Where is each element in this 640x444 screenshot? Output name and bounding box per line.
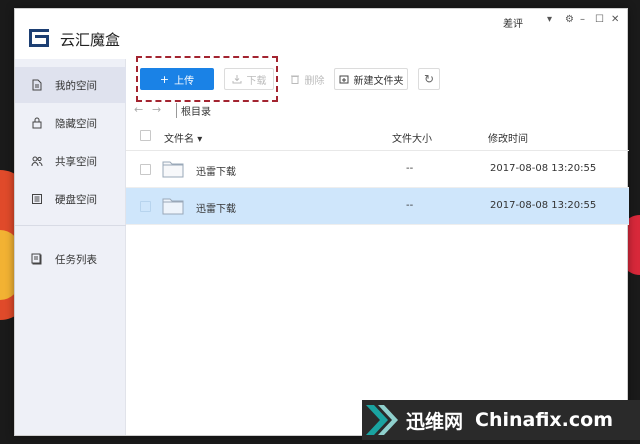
row-checkbox[interactable] — [140, 201, 151, 212]
table-row[interactable]: 迅雷下载 -- 2017-08-08 13:20:55 — [126, 151, 629, 188]
refresh-icon: ↻ — [423, 72, 435, 86]
column-header-name[interactable]: 文件名 ▾ — [164, 130, 202, 145]
delete-button[interactable]: 删除 — [284, 68, 330, 90]
sidebar-item-task-list[interactable]: 任务列表 — [15, 241, 126, 277]
app-title: 云汇魔盒 — [60, 31, 121, 49]
column-header-modified[interactable]: 修改时间 — [488, 130, 528, 145]
user-name[interactable]: 差评 — [503, 15, 523, 30]
delete-button-label: 删除 — [304, 75, 325, 87]
sidebar: 我的空间 隐藏空间 共享空间 硬盘空间 任务列表 — [15, 59, 126, 435]
table-row[interactable]: 迅雷下载 -- 2017-08-08 13:20:55 — [126, 188, 629, 225]
new-folder-icon — [339, 75, 348, 84]
file-list-header: 文件名 ▾ 文件大小 修改时间 — [126, 121, 629, 151]
trash-icon — [290, 75, 299, 84]
select-all-checkbox[interactable] — [140, 130, 151, 141]
file-modified: 2017-08-08 13:20:55 — [490, 163, 597, 174]
file-modified: 2017-08-08 13:20:55 — [490, 200, 597, 211]
app-window: 云汇魔盒 差评 ▾ ⚙ – ☐ ✕ 我的空间 隐藏空间 共享空间 硬盘空间 任务… — [14, 8, 629, 436]
file-name[interactable]: 迅雷下载 — [196, 163, 236, 178]
sidebar-item-label: 硬盘空间 — [55, 193, 97, 206]
sidebar-item-my-space[interactable]: 我的空间 — [15, 67, 126, 103]
disk-icon — [32, 194, 42, 204]
lock-icon — [32, 117, 42, 129]
file-size: -- — [406, 200, 414, 211]
folder-icon — [162, 161, 184, 178]
maximize-icon[interactable]: ☐ — [595, 14, 604, 25]
new-folder-button-label: 新建文件夹 — [353, 75, 404, 87]
minimize-icon[interactable]: – — [580, 14, 585, 25]
watermark: 迅维网 Chinafix.com — [362, 400, 640, 440]
document-icon — [32, 79, 42, 91]
row-checkbox[interactable] — [140, 164, 151, 175]
watermark-logo-icon — [366, 405, 398, 435]
column-header-name-label: 文件名 — [164, 134, 194, 145]
task-list-icon — [31, 253, 42, 265]
folder-icon — [162, 198, 184, 215]
back-arrow-icon[interactable]: ← — [134, 103, 143, 116]
file-name[interactable]: 迅雷下载 — [196, 200, 236, 215]
sidebar-item-disk-space[interactable]: 硬盘空间 — [15, 181, 126, 217]
navigation-bar: ← → 根目录 — [126, 99, 629, 121]
new-folder-button[interactable]: 新建文件夹 — [334, 68, 408, 90]
user-menu-chevron-icon[interactable]: ▾ — [547, 14, 552, 25]
sidebar-item-hidden-space[interactable]: 隐藏空间 — [15, 105, 126, 141]
sidebar-item-label: 共享空间 — [55, 155, 97, 168]
file-size: -- — [406, 163, 414, 174]
sidebar-divider — [15, 225, 126, 226]
app-logo-icon — [29, 29, 49, 47]
gear-icon[interactable]: ⚙ — [565, 14, 574, 25]
refresh-button[interactable]: ↻ — [418, 68, 440, 90]
watermark-text-en: Chinafix.com — [475, 409, 614, 431]
sidebar-item-shared-space[interactable]: 共享空间 — [15, 143, 126, 179]
title-bar: 云汇魔盒 差评 ▾ ⚙ – ☐ ✕ — [15, 9, 627, 59]
close-icon[interactable]: ✕ — [611, 14, 619, 25]
forward-arrow-icon[interactable]: → — [152, 103, 161, 116]
highlight-annotation — [136, 56, 278, 102]
sidebar-item-label: 任务列表 — [55, 253, 97, 266]
sidebar-item-label: 我的空间 — [55, 79, 97, 92]
sort-down-icon: ▾ — [197, 134, 203, 145]
users-icon — [31, 156, 43, 167]
watermark-text-cn: 迅维网 — [406, 410, 464, 433]
sidebar-item-label: 隐藏空间 — [55, 117, 97, 130]
breadcrumb[interactable]: 根目录 — [176, 103, 211, 118]
column-header-size[interactable]: 文件大小 — [392, 130, 432, 145]
